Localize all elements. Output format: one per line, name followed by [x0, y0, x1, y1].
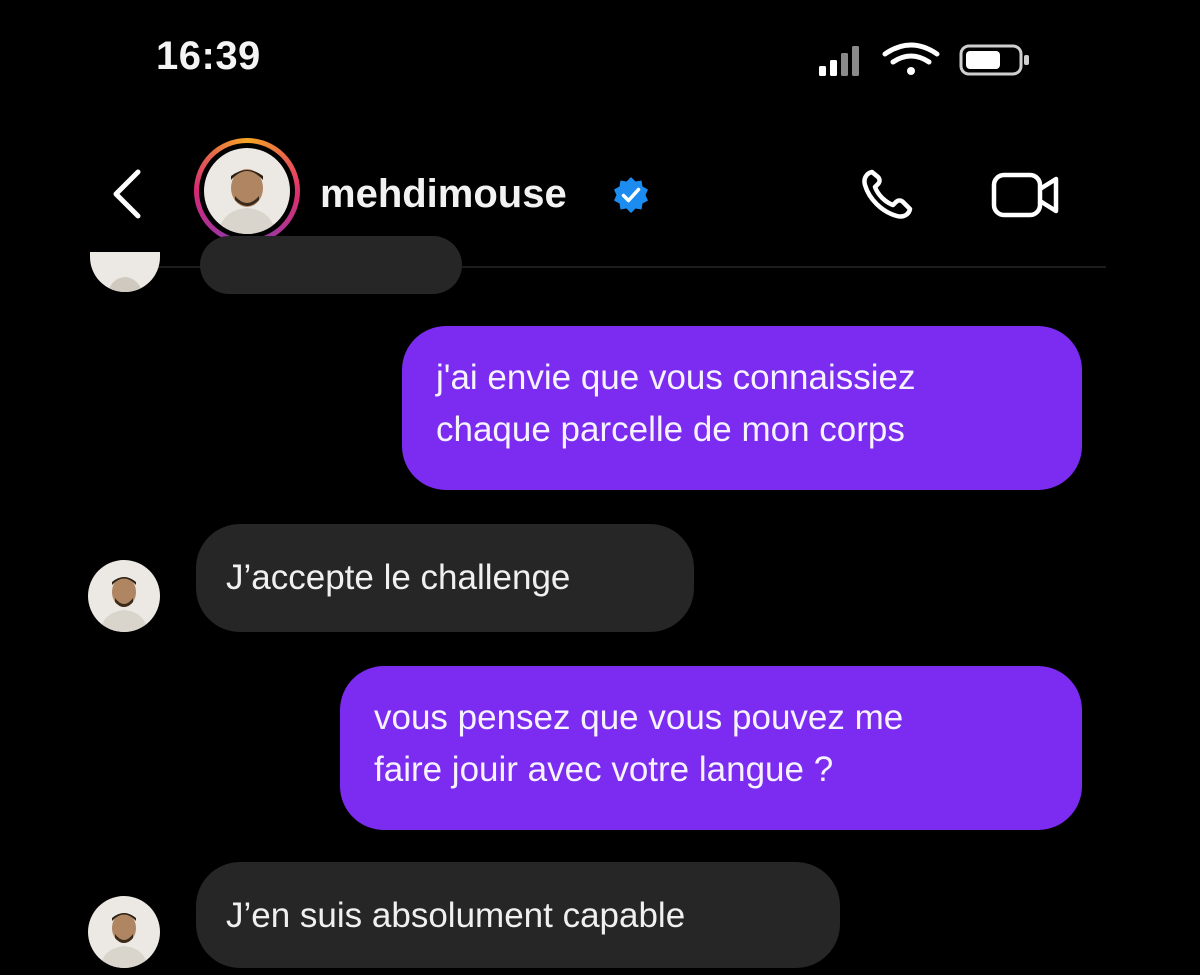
status-time: 16:39 — [156, 34, 261, 78]
message-text-line: J’en suis absolument capable — [226, 896, 686, 935]
partial-sender-avatar — [90, 252, 160, 292]
wifi-icon — [882, 42, 940, 75]
conversation-username[interactable]: mehdimouse — [320, 172, 567, 217]
chevron-left-icon[interactable] — [106, 166, 150, 222]
partial-message-bubble[interactable] — [200, 236, 462, 294]
profile-avatar[interactable] — [194, 138, 300, 244]
message-text-line: vous pensez que vous pouvez me — [374, 698, 904, 737]
message-text-line: j'ai envie que vous connaissiez — [436, 358, 916, 397]
sent-message-bubble[interactable]: vous pensez que vous pouvez me faire jou… — [340, 666, 1082, 830]
message-text-line: faire jouir avec votre langue ? — [374, 750, 834, 789]
phone-call-icon[interactable] — [858, 166, 924, 222]
verified-badge-icon — [614, 177, 648, 213]
profile-photo — [204, 148, 290, 234]
status-icons — [819, 42, 1029, 76]
received-message-bubble[interactable]: J’accepte le challenge — [196, 524, 694, 632]
video-call-icon[interactable] — [990, 170, 1062, 220]
sender-avatar[interactable] — [88, 896, 160, 968]
sent-message-bubble[interactable]: j'ai envie que vous connaissiez chaque p… — [402, 326, 1082, 490]
battery-icon — [959, 44, 1029, 76]
message-text-line: J’accepte le challenge — [226, 558, 571, 597]
received-message-bubble[interactable]: J’en suis absolument capable — [196, 862, 840, 968]
sender-avatar[interactable] — [88, 560, 160, 632]
message-text-line: chaque parcelle de mon corps — [436, 410, 905, 449]
cellular-signal-icon — [819, 46, 859, 76]
